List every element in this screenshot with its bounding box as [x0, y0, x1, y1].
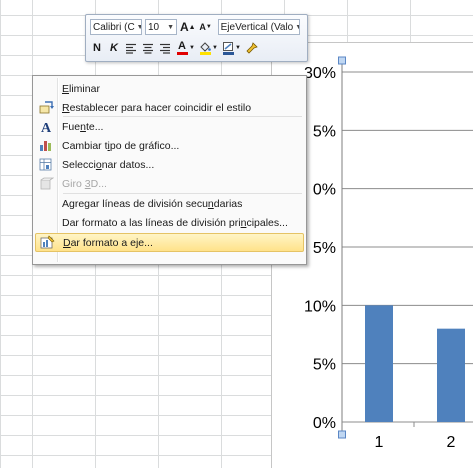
reset-style-icon	[35, 98, 57, 117]
format-painter-button[interactable]	[244, 40, 258, 56]
bold-button[interactable]: N	[90, 40, 104, 56]
menu-label-text: Cambiar t	[62, 139, 108, 152]
paint-bucket-icon	[200, 42, 211, 52]
menu-label-text: Selecci	[62, 158, 96, 171]
svg-text:A: A	[41, 121, 52, 134]
menu-item-label: Agregar líneas de división secundarias	[62, 198, 242, 210]
align-left-icon	[126, 43, 136, 54]
font-color-swatch	[176, 52, 188, 55]
grow-font-button[interactable]: A ▲	[180, 19, 196, 35]
menu-item-0[interactable]: Eliminar	[35, 79, 304, 98]
italic-label: K	[110, 42, 118, 54]
menu-item-4[interactable]: Seleccionar datos...	[35, 155, 304, 174]
outline-color-swatch	[222, 52, 234, 55]
y-tick-label: 0%	[313, 182, 336, 199]
bar[interactable]	[437, 328, 465, 422]
chart-element-selector[interactable]: EjeVertical (Valo ▼	[217, 19, 300, 35]
shrink-font-button[interactable]: A ▼	[199, 19, 213, 35]
menu-label-accelerator: D	[63, 236, 71, 249]
bold-label: N	[93, 42, 101, 54]
axis-selection-handle[interactable]	[338, 56, 346, 65]
menu-item-7[interactable]: Dar formato a las líneas de división pri…	[35, 213, 304, 232]
menu-item-3[interactable]: Cambiar tipo de gráfico...	[35, 136, 304, 155]
chevron-down-icon[interactable]: ▼	[212, 40, 218, 56]
y-tick-label: 5%	[313, 123, 336, 140]
menu-divider	[63, 116, 302, 117]
chevron-down-icon[interactable]: ▼	[165, 24, 174, 31]
italic-button[interactable]: K	[107, 40, 121, 56]
align-center-button[interactable]	[141, 40, 155, 56]
menu-item-label: Dar formato a eje...	[63, 237, 153, 249]
fill-color-button[interactable]	[198, 40, 212, 56]
menu-label-text: establecer para hacer coincidir el estil…	[69, 101, 252, 114]
y-tick-label: 5%	[313, 357, 336, 374]
menu-label-text: Dar formato a las líneas de división pri	[62, 216, 241, 229]
menu-label-text: te...	[85, 120, 104, 133]
font-icon: A	[35, 117, 57, 136]
y-tick-label: 5%	[313, 240, 336, 257]
menu-item-label: Seleccionar datos...	[62, 159, 154, 171]
chevron-down-icon[interactable]: ▼	[189, 40, 195, 56]
3d-rotation-icon	[35, 174, 57, 193]
chart-type-icon	[35, 136, 57, 155]
menu-item-label: Restablecer para hacer coincidir el esti…	[62, 102, 251, 114]
font-name-value: Calibri (C	[93, 21, 135, 33]
fill-color-swatch	[199, 52, 211, 55]
font-name-combo[interactable]: Calibri (C ▼	[90, 19, 142, 35]
y-tick-label: 0%	[313, 415, 336, 432]
align-right-button[interactable]	[158, 40, 172, 56]
mini-toolbar: Calibri (C ▼ 10 ▼ A▲ A▼ EjeVertical (Val…	[85, 14, 308, 62]
menu-item-5: Giro 3D...	[35, 174, 304, 193]
menu-label-text: ar formato a eje...	[70, 236, 153, 249]
menu-label-text: cipales...	[246, 216, 288, 229]
pen-icon	[223, 42, 233, 51]
menu-item-8[interactable]: Dar formato a eje...	[35, 233, 304, 252]
align-left-button[interactable]	[124, 40, 138, 56]
menu-item-6[interactable]: Agregar líneas de división secundarias	[35, 194, 304, 213]
align-right-icon	[160, 43, 170, 54]
font-size-combo[interactable]: 10 ▼	[145, 19, 177, 35]
menu-label-text: darias	[213, 197, 243, 210]
chart-element-value: EjeVertical (Valo	[220, 21, 294, 33]
outline-color-button[interactable]	[221, 40, 235, 56]
menu-item-label: Fuente...	[62, 121, 103, 133]
menu-divider	[63, 193, 302, 194]
menu-label-text: liminar	[69, 82, 100, 95]
chevron-down-icon[interactable]: ▼	[235, 40, 241, 56]
chevron-down-icon[interactable]: ▼	[293, 24, 298, 31]
format-axis-icon	[36, 233, 58, 252]
select-data-icon	[35, 155, 57, 174]
menu-label-text: Giro	[62, 177, 85, 190]
grow-font-icon: A	[180, 20, 189, 34]
y-tick-label: 10%	[304, 298, 336, 315]
x-tick-label: 1	[375, 434, 384, 451]
menu-item-label: Cambiar tipo de gráfico...	[62, 140, 179, 152]
menu-item-label: Eliminar	[62, 83, 100, 95]
menu-label-text: nar datos...	[101, 158, 155, 171]
menu-item-2[interactable]: A Fuente...	[35, 117, 304, 136]
menu-icon-slot	[35, 213, 57, 232]
bar[interactable]	[365, 305, 393, 422]
menu-item-1[interactable]: Restablecer para hacer coincidir el esti…	[35, 98, 304, 117]
font-color-label: A	[178, 40, 186, 52]
menu-icon-slot	[35, 79, 57, 98]
menu-label-accelerator: R	[62, 101, 70, 114]
menu-label-accelerator: E	[62, 82, 70, 95]
menu-item-label: Dar formato a las líneas de división pri…	[62, 217, 288, 229]
menu-icon-slot	[35, 194, 57, 213]
y-tick-label: 30%	[304, 65, 336, 82]
chevron-down-icon[interactable]: ▼	[135, 24, 141, 31]
context-menu: Eliminar Restablecer para hacer coincidir…	[32, 75, 307, 265]
menu-label-text: Fue	[62, 120, 81, 133]
font-color-button[interactable]: A	[175, 40, 189, 56]
menu-label-text: Agregar líneas de división secu	[62, 197, 208, 210]
menu-label-text: po de gráfico...	[109, 139, 180, 152]
x-tick-label: 2	[447, 434, 456, 451]
align-center-icon	[143, 43, 153, 54]
axis-selection-handle[interactable]	[338, 430, 346, 439]
menu-label-text: D...	[90, 177, 107, 190]
format-painter-icon	[245, 42, 258, 54]
font-size-value: 10	[148, 21, 160, 33]
menu-item-label: Giro 3D...	[62, 178, 107, 190]
